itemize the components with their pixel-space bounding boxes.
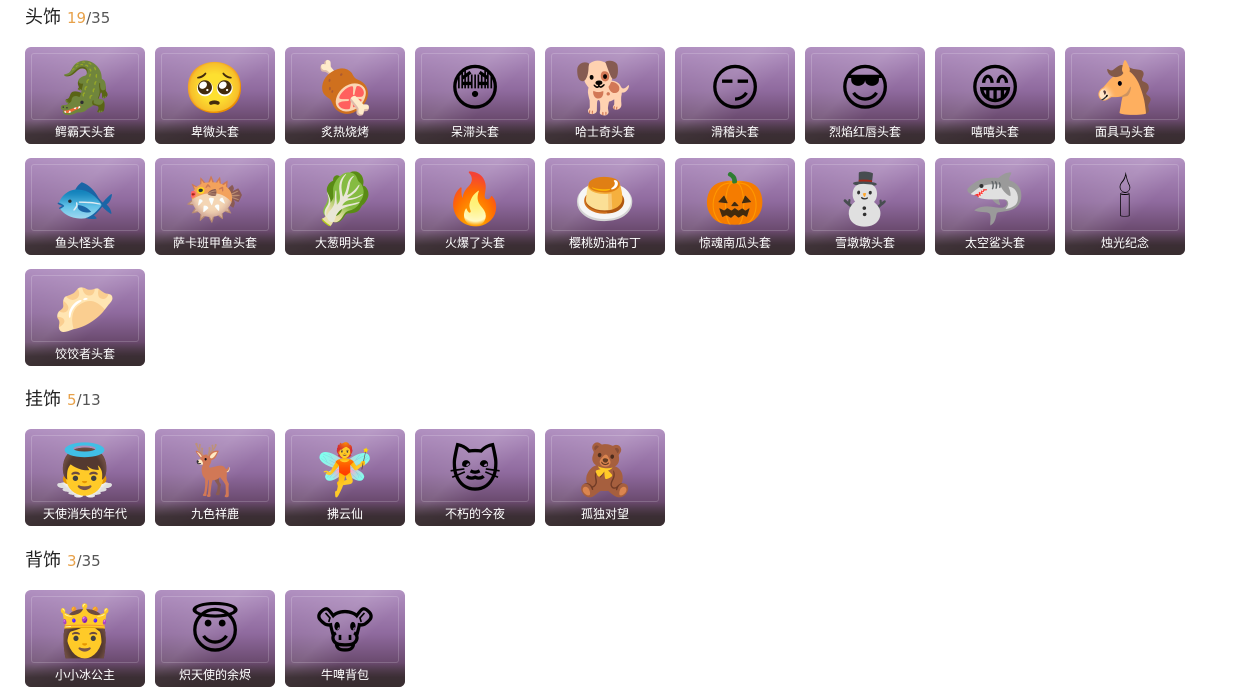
- item-label: 面具马头套: [1065, 120, 1185, 144]
- pikachu-sunglasses-icon: 😎: [838, 59, 892, 117]
- accessory-item[interactable]: 🕯 烛光纪念: [1065, 158, 1185, 255]
- item-label: 饺饺者头套: [25, 342, 145, 366]
- item-label: 孤独对望: [545, 502, 665, 526]
- section-title: 头饰: [25, 7, 61, 28]
- accessory-item[interactable]: 😏 滑稽头套: [675, 47, 795, 144]
- section-2: 背饰 3/35 👸 小小冰公主 😇 炽天使的余烬 🐮 牛啤背包: [25, 551, 1185, 687]
- accessory-item[interactable]: 🔥 火爆了头套: [415, 158, 535, 255]
- accessory-item[interactable]: 🦈 太空鲨头套: [935, 158, 1055, 255]
- item-label: 惊魂南瓜头套: [675, 231, 795, 255]
- accessory-item[interactable]: 🎃 惊魂南瓜头套: [675, 158, 795, 255]
- funny-face-icon: 😏: [708, 59, 762, 117]
- item-label: 樱桃奶油布丁: [545, 231, 665, 255]
- horse-mask-icon: 🐴: [1093, 59, 1157, 117]
- section-title: 挂饰: [25, 389, 61, 410]
- deer-charm-icon: 🦌: [183, 441, 247, 499]
- cloud-fairy-icon: 🧚: [313, 441, 377, 499]
- accessory-item[interactable]: 🥟 饺饺者头套: [25, 269, 145, 366]
- accessory-item[interactable]: 🍖 炙热烧烤: [285, 47, 405, 144]
- accessory-item[interactable]: 👼 天使消失的年代: [25, 429, 145, 526]
- item-grid: 🐊 鳄霸天头套 🥺 卑微头套 🍖 炙热烧烤 😳 呆滞头套 🐕 哈士奇头套 😏 滑稽头套 😎 烈焰红唇头套 😁…: [25, 47, 1185, 366]
- item-grid: 👸 小小冰公主 😇 炽天使的余烬 🐮 牛啤背包: [25, 590, 1185, 687]
- accessory-item[interactable]: 😎 烈焰红唇头套: [805, 47, 925, 144]
- item-label: 萨卡班甲鱼头套: [155, 231, 275, 255]
- accessory-item[interactable]: 🐮 牛啤背包: [285, 590, 405, 687]
- pink-cat-icon: 🐱: [448, 441, 502, 499]
- section-header: 背饰 3/35: [25, 551, 1185, 581]
- item-label: 烈焰红唇头套: [805, 120, 925, 144]
- item-label: 火爆了头套: [415, 231, 535, 255]
- section-header: 头饰 19/35: [25, 8, 1185, 38]
- accessory-item[interactable]: 😁 嘻嘻头套: [935, 47, 1055, 144]
- accessory-item[interactable]: 🍮 樱桃奶油布丁: [545, 158, 665, 255]
- total-count: 35: [91, 9, 111, 27]
- item-label: 九色祥鹿: [155, 502, 275, 526]
- angel-doll-icon: 👼: [53, 441, 117, 499]
- item-label: 拂云仙: [285, 502, 405, 526]
- accessory-item[interactable]: 🐕 哈士奇头套: [545, 47, 665, 144]
- item-label: 不朽的今夜: [415, 502, 535, 526]
- candle-icon: 🕯: [1117, 170, 1133, 228]
- grin-face-icon: 😁: [968, 59, 1022, 117]
- accessory-item[interactable]: 🥺 卑微头套: [155, 47, 275, 144]
- section-title: 背饰: [25, 550, 61, 571]
- accessory-item[interactable]: 🐟 鱼头怪头套: [25, 158, 145, 255]
- item-label: 鱼头怪头套: [25, 231, 145, 255]
- accessory-item[interactable]: 😇 炽天使的余烬: [155, 590, 275, 687]
- item-label: 太空鲨头套: [935, 231, 1055, 255]
- item-label: 嘻嘻头套: [935, 120, 1055, 144]
- section-header: 挂饰 5/13: [25, 390, 1185, 420]
- item-label: 卑微头套: [155, 120, 275, 144]
- accessory-item[interactable]: 🐱 不朽的今夜: [415, 429, 535, 526]
- space-shark-icon: 🦈: [963, 170, 1027, 228]
- grilled-meat-icon: 🍖: [313, 59, 377, 117]
- item-grid: 👼 天使消失的年代 🦌 九色祥鹿 🧚 拂云仙 🐱 不朽的今夜 🧸 孤独对望: [25, 429, 1185, 526]
- total-count: 35: [81, 552, 101, 570]
- accessory-item[interactable]: 🧚 拂云仙: [285, 429, 405, 526]
- pumpkin-head-icon: 🎃: [703, 170, 767, 228]
- green-onion-icon: 🥬: [313, 170, 377, 228]
- item-label: 哈士奇头套: [545, 120, 665, 144]
- item-label: 滑稽头套: [675, 120, 795, 144]
- dazed-face-icon: 😳: [448, 59, 502, 117]
- item-label: 炽天使的余烬: [155, 663, 275, 687]
- crocodile-head-icon: 🐊: [53, 59, 117, 117]
- accessory-item[interactable]: 🐴 面具马头套: [1065, 47, 1185, 144]
- item-label: 鳄霸天头套: [25, 120, 145, 144]
- fire-head-icon: 🔥: [443, 170, 507, 228]
- section-1: 挂饰 5/13 👼 天使消失的年代 🦌 九色祥鹿 🧚 拂云仙 🐱 不朽的今夜 🧸 孤独对望: [25, 390, 1185, 526]
- item-label: 呆滞头套: [415, 120, 535, 144]
- accessory-item[interactable]: 🐊 鳄霸天头套: [25, 47, 145, 144]
- item-label: 烛光纪念: [1065, 231, 1185, 255]
- item-label: 牛啤背包: [285, 663, 405, 687]
- accessory-item[interactable]: 🥬 大葱明头套: [285, 158, 405, 255]
- accessory-item[interactable]: 👸 小小冰公主: [25, 590, 145, 687]
- cow-backpack-icon: 🐮: [315, 602, 375, 660]
- owned-count: 5: [67, 391, 77, 409]
- sacabambaspis-icon: 🐡: [183, 170, 247, 228]
- item-label: 天使消失的年代: [25, 502, 145, 526]
- item-label: 炙热烧烤: [285, 120, 405, 144]
- dumpling-head-icon: 🥟: [53, 281, 117, 339]
- accessory-item[interactable]: 🐡 萨卡班甲鱼头套: [155, 158, 275, 255]
- ice-princess-icon: 👸: [53, 602, 117, 660]
- accessory-item[interactable]: 🧸 孤独对望: [545, 429, 665, 526]
- fish-head-icon: 🐟: [53, 170, 117, 228]
- owned-count: 3: [67, 552, 77, 570]
- total-count: 13: [81, 391, 101, 409]
- item-label: 小小冰公主: [25, 663, 145, 687]
- humble-face-icon: 🥺: [183, 59, 247, 117]
- seraph-doll-icon: 😇: [188, 602, 242, 660]
- section-0: 头饰 19/35 🐊 鳄霸天头套 🥺 卑微头套 🍖 炙热烧烤 😳 呆滞头套 🐕 哈士奇头套 😏 滑稽头套 😎…: [25, 8, 1185, 366]
- pudding-icon: 🍮: [573, 170, 637, 228]
- accessory-item[interactable]: 🦌 九色祥鹿: [155, 429, 275, 526]
- husky-head-icon: 🐕: [573, 59, 637, 117]
- lonely-gaze-icon: 🧸: [573, 441, 637, 499]
- item-label: 雪墩墩头套: [805, 231, 925, 255]
- accessory-item[interactable]: ⛄ 雪墩墩头套: [805, 158, 925, 255]
- item-label: 大葱明头套: [285, 231, 405, 255]
- snowman-head-icon: ⛄: [833, 170, 897, 228]
- owned-count: 19: [67, 9, 87, 27]
- accessory-item[interactable]: 😳 呆滞头套: [415, 47, 535, 144]
